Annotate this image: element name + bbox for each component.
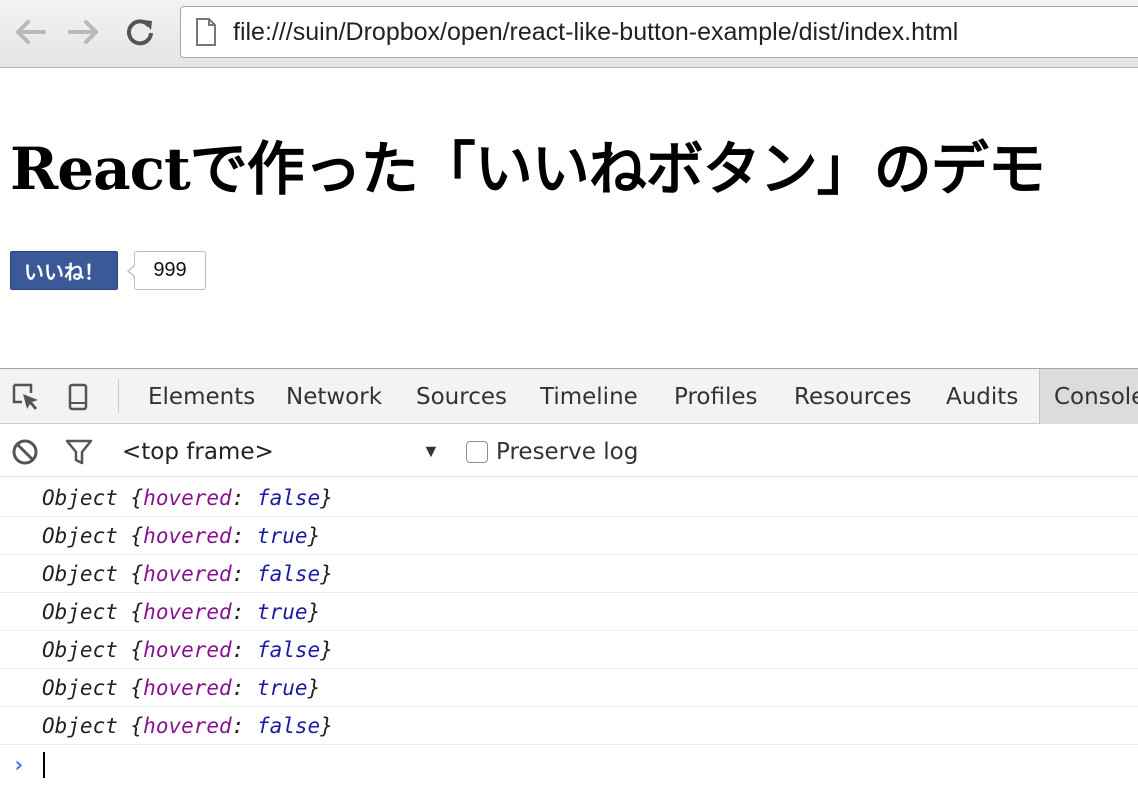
forward-arrow-icon bbox=[68, 20, 98, 44]
text-caret bbox=[43, 752, 46, 778]
back-arrow-icon bbox=[16, 20, 46, 44]
like-count: 999 bbox=[127, 251, 206, 290]
tab-network[interactable]: Network bbox=[286, 369, 382, 424]
console-log-line: Object {hovered: false} bbox=[0, 555, 1138, 593]
console-log-line: Object {hovered: false} bbox=[0, 479, 1138, 517]
inspect-element-icon bbox=[12, 383, 38, 410]
preserve-log-option[interactable]: Preserve log bbox=[466, 435, 638, 469]
console-toolbar: <top frame> ▼ Preserve log bbox=[0, 425, 1138, 477]
page-title: Reactで作った「いいねボタン」のデモ bbox=[10, 135, 1046, 203]
tab-resources[interactable]: Resources bbox=[794, 369, 911, 424]
console-log-line: Object {hovered: true} bbox=[0, 517, 1138, 555]
clear-console-icon bbox=[12, 439, 38, 465]
devtools-tab-bar: Elements Network Sources Timeline Profil… bbox=[0, 369, 1138, 424]
tab-elements[interactable]: Elements bbox=[148, 369, 255, 424]
page-icon bbox=[195, 17, 217, 47]
dropdown-arrow-icon: ▼ bbox=[422, 441, 440, 461]
tab-console[interactable]: Console bbox=[1039, 369, 1138, 424]
tab-audits[interactable]: Audits bbox=[946, 369, 1018, 424]
inspect-element-button[interactable] bbox=[10, 381, 42, 413]
frame-selector-label: <top frame> bbox=[122, 439, 274, 465]
tab-sources[interactable]: Sources bbox=[416, 369, 507, 424]
url-text: file:///suin/Dropbox/open/react-like-but… bbox=[233, 17, 959, 46]
toolbar-divider bbox=[118, 379, 119, 413]
tab-profiles[interactable]: Profiles bbox=[674, 369, 758, 424]
browser-toolbar: file:///suin/Dropbox/open/react-like-but… bbox=[0, 0, 1138, 68]
console-log-line: Object {hovered: true} bbox=[0, 593, 1138, 631]
filter-button[interactable] bbox=[64, 437, 94, 467]
device-mode-icon bbox=[68, 383, 88, 411]
preserve-log-label: Preserve log bbox=[496, 439, 639, 465]
console-prompt[interactable]: › bbox=[0, 745, 1138, 785]
filter-icon bbox=[65, 439, 93, 465]
devtools-panel: Elements Network Sources Timeline Profil… bbox=[0, 368, 1138, 800]
reload-button[interactable] bbox=[122, 14, 158, 50]
forward-button[interactable] bbox=[66, 14, 102, 50]
console-output: Object {hovered: false} Object {hovered:… bbox=[0, 479, 1138, 785]
console-log-line: Object {hovered: false} bbox=[0, 631, 1138, 669]
back-button[interactable] bbox=[12, 14, 48, 50]
console-log-line: Object {hovered: false} bbox=[0, 707, 1138, 745]
address-bar[interactable]: file:///suin/Dropbox/open/react-like-but… bbox=[180, 6, 1138, 58]
frame-selector[interactable]: <top frame> ▼ bbox=[122, 435, 452, 469]
preserve-log-checkbox[interactable] bbox=[466, 441, 488, 463]
reload-icon bbox=[127, 19, 153, 46]
prompt-chevron-icon: › bbox=[12, 752, 26, 778]
clear-console-button[interactable] bbox=[10, 437, 40, 467]
console-log-line: Object {hovered: true} bbox=[0, 669, 1138, 707]
like-button[interactable]: いいね！ bbox=[10, 251, 118, 290]
tab-timeline[interactable]: Timeline bbox=[540, 369, 638, 424]
device-mode-button[interactable] bbox=[62, 381, 94, 413]
